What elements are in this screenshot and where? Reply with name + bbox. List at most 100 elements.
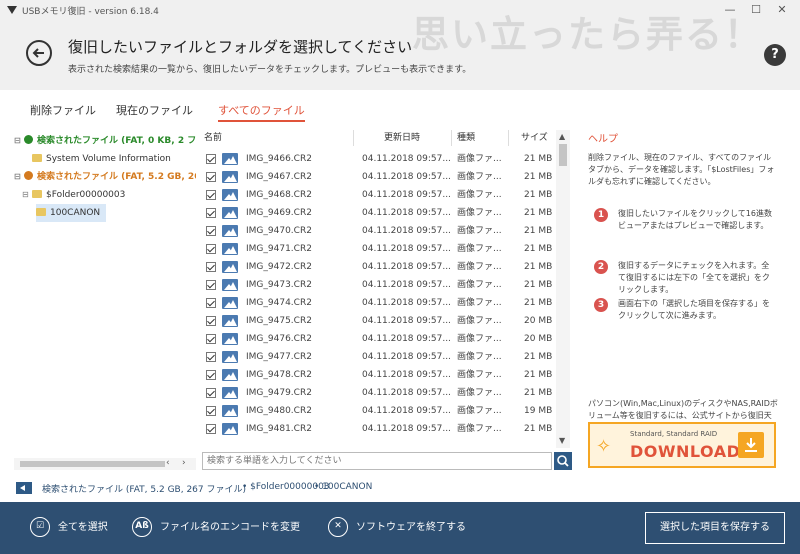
file-row[interactable]: IMG_9467.CR2 04.11.2018 09:57... 画像ファ... 21… xyxy=(198,168,556,186)
file-row[interactable]: IMG_9472.CR2 04.11.2018 09:57... 画像ファ... 21… xyxy=(198,258,556,276)
file-type: 画像ファ... xyxy=(457,226,502,236)
bottom-action-bar: ☑ 全てを選択 Aß ファイル名のエンコードを変更 ✕ ソフトウェアを終了する 選択し… xyxy=(0,502,800,554)
search-input[interactable] xyxy=(202,452,552,470)
file-checkbox[interactable] xyxy=(206,154,216,164)
back-button[interactable] xyxy=(26,40,52,66)
file-size: 21 MB xyxy=(524,280,553,290)
select-all-button[interactable]: ☑ 全てを選択 xyxy=(30,516,108,540)
column-header-type[interactable]: 種類 xyxy=(457,130,475,146)
image-file-icon xyxy=(222,423,238,435)
breadcrumb-item[interactable]: • 100CANON xyxy=(314,482,372,492)
file-modified: 04.11.2018 09:57... xyxy=(362,280,451,290)
tree-item-100canon[interactable]: 100CANON xyxy=(36,204,107,222)
tree-item-found-fat-0kb[interactable]: ⊟ 検索されたファイル (FAT, 0 KB, 2 ファ xyxy=(14,132,196,150)
column-header-size[interactable]: サイズ xyxy=(521,130,548,146)
column-divider[interactable] xyxy=(451,130,452,146)
collapse-icon[interactable]: ⊟ xyxy=(22,186,32,204)
file-size: 21 MB xyxy=(524,190,553,200)
search-button[interactable] xyxy=(554,452,572,470)
file-row[interactable]: IMG_9478.CR2 04.11.2018 09:57... 画像ファ... 21… xyxy=(198,366,556,384)
column-header-modified[interactable]: 更新日時 xyxy=(384,130,420,146)
file-checkbox[interactable] xyxy=(206,334,216,344)
tree-item-found-fat-5gb[interactable]: ⊟ 検索されたファイル (FAT, 5.2 GB, 267 xyxy=(14,168,196,186)
file-list-scrollbar[interactable]: ▲ ▼ xyxy=(556,130,570,448)
file-checkbox[interactable] xyxy=(206,244,216,254)
column-divider[interactable] xyxy=(508,130,509,146)
collapse-icon[interactable]: ⊟ xyxy=(14,132,24,150)
change-encoding-button[interactable]: Aß ファイル名のエンコードを変更 xyxy=(132,516,300,540)
image-file-icon xyxy=(222,333,238,345)
file-row[interactable]: IMG_9481.CR2 04.11.2018 09:57... 画像ファ... 21… xyxy=(198,420,556,438)
file-size: 20 MB xyxy=(524,316,553,326)
file-checkbox[interactable] xyxy=(206,190,216,200)
file-row[interactable]: IMG_9475.CR2 04.11.2018 09:57... 画像ファ... 20… xyxy=(198,312,556,330)
file-name: IMG_9468.CR2 xyxy=(246,190,312,200)
angel-logo-icon: ✧ xyxy=(596,436,612,457)
file-checkbox[interactable] xyxy=(206,226,216,236)
file-row[interactable]: IMG_9470.CR2 04.11.2018 09:57... 画像ファ... 21… xyxy=(198,222,556,240)
file-row[interactable]: IMG_9476.CR2 04.11.2018 09:57... 画像ファ... 20… xyxy=(198,330,556,348)
tab-current-files[interactable]: 現在のファイル xyxy=(116,102,193,122)
file-row[interactable]: IMG_9471.CR2 04.11.2018 09:57... 画像ファ... 21… xyxy=(198,240,556,258)
file-checkbox[interactable] xyxy=(206,262,216,272)
file-size: 21 MB xyxy=(524,262,553,272)
file-row[interactable]: IMG_9479.CR2 04.11.2018 09:57... 画像ファ... 21… xyxy=(198,384,556,402)
file-checkbox[interactable] xyxy=(206,370,216,380)
tree-horizontal-scrollbar[interactable]: ‹ › xyxy=(14,458,196,470)
file-type: 画像ファ... xyxy=(457,298,502,308)
file-row[interactable]: IMG_9477.CR2 04.11.2018 09:57... 画像ファ... 21… xyxy=(198,348,556,366)
file-name: IMG_9479.CR2 xyxy=(246,388,312,398)
file-checkbox[interactable] xyxy=(206,316,216,326)
file-type: 画像ファ... xyxy=(457,316,502,326)
file-modified: 04.11.2018 09:57... xyxy=(362,370,451,380)
scrollbar-thumb[interactable] xyxy=(20,461,165,467)
breadcrumb-item[interactable]: 検索されたファイル (FAT, 5.2 GB, 267 ファイル) xyxy=(42,482,246,495)
image-file-icon xyxy=(222,243,238,255)
file-checkbox[interactable] xyxy=(206,280,216,290)
file-row[interactable]: IMG_9474.CR2 04.11.2018 09:57... 画像ファ... 21… xyxy=(198,294,556,312)
file-list: 名前 更新日時 種類 サイズ IMG_9466.CR2 04.11.2018 09… xyxy=(198,130,572,448)
tree-item-label: System Volume Information xyxy=(46,154,171,164)
tree-item-system-volume-information[interactable]: System Volume Information xyxy=(32,150,171,168)
file-size: 21 MB xyxy=(524,298,553,308)
file-size: 21 MB xyxy=(524,352,553,362)
tree-item-folder00000003[interactable]: ⊟ $Folder00000003 xyxy=(22,186,125,204)
step-number: 2 xyxy=(594,260,608,274)
file-row[interactable]: IMG_9469.CR2 04.11.2018 09:57... 画像ファ... 21… xyxy=(198,204,556,222)
scroll-up-icon[interactable]: ▲ xyxy=(559,132,565,141)
close-button[interactable]: ✕ xyxy=(770,2,794,18)
scroll-right-icon[interactable]: › xyxy=(182,458,186,468)
scroll-left-icon[interactable]: ‹ xyxy=(166,458,170,468)
file-name: IMG_9475.CR2 xyxy=(246,316,312,326)
file-checkbox[interactable] xyxy=(206,352,216,362)
file-checkbox[interactable] xyxy=(206,208,216,218)
path-back-button[interactable] xyxy=(16,482,32,494)
collapse-icon[interactable]: ⊟ xyxy=(14,168,24,186)
image-file-icon xyxy=(222,405,238,417)
file-row[interactable]: IMG_9468.CR2 04.11.2018 09:57... 画像ファ... 21… xyxy=(198,186,556,204)
file-checkbox[interactable] xyxy=(206,298,216,308)
file-row[interactable]: IMG_9473.CR2 04.11.2018 09:57... 画像ファ... 21… xyxy=(198,276,556,294)
file-size: 21 MB xyxy=(524,424,553,434)
column-header-name[interactable]: 名前 xyxy=(204,130,222,146)
file-checkbox[interactable] xyxy=(206,424,216,434)
scroll-down-icon[interactable]: ▼ xyxy=(559,436,565,445)
column-divider[interactable] xyxy=(353,130,354,146)
download-banner[interactable]: ✧ Standard, Standard RAID DOWNLOAD xyxy=(588,422,776,468)
help-button[interactable]: ? xyxy=(764,44,786,66)
image-file-icon xyxy=(222,297,238,309)
download-icon xyxy=(738,432,764,458)
file-size: 21 MB xyxy=(524,154,553,164)
file-row[interactable]: IMG_9480.CR2 04.11.2018 09:57... 画像ファ... 19… xyxy=(198,402,556,420)
file-checkbox[interactable] xyxy=(206,406,216,416)
file-checkbox[interactable] xyxy=(206,172,216,182)
file-row[interactable]: IMG_9466.CR2 04.11.2018 09:57... 画像ファ... 21… xyxy=(198,150,556,168)
tab-all-files[interactable]: すべてのファイル xyxy=(218,102,305,122)
file-name: IMG_9469.CR2 xyxy=(246,208,312,218)
image-file-icon xyxy=(222,351,238,363)
file-checkbox[interactable] xyxy=(206,388,216,398)
save-selected-button[interactable]: 選択した項目を保存する xyxy=(645,512,785,544)
scrollbar-thumb[interactable] xyxy=(559,144,567,166)
tab-deleted-files[interactable]: 削除ファイル xyxy=(30,102,96,122)
exit-software-button[interactable]: ✕ ソフトウェアを終了する xyxy=(328,516,466,540)
